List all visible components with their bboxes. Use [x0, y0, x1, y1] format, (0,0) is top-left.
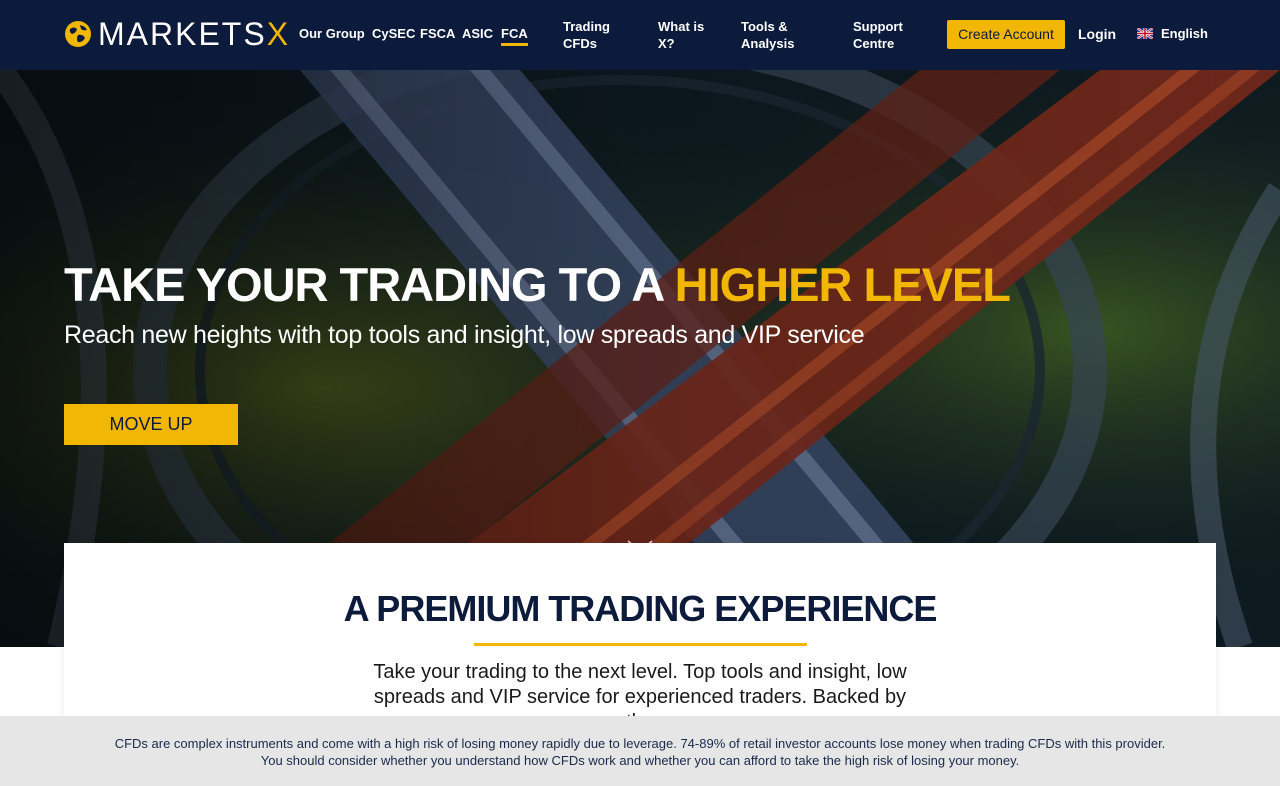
language-label: English	[1161, 26, 1208, 41]
hero-headline: TAKE YOUR TRADING TO A HIGHER LEVEL	[64, 258, 1011, 312]
nav-trading-cfds-line1: Trading	[563, 19, 610, 34]
nav-tools-analysis-line2: Analysis	[741, 36, 795, 51]
risk-warning-text: CFDs are complex instruments and come wi…	[114, 736, 1166, 768]
nav-tools-analysis-line1: Tools &	[741, 19, 788, 34]
language-selector[interactable]: English	[1137, 26, 1208, 41]
nav-support-centre-line1: Support	[853, 19, 903, 34]
site-header: MARKETSX Our Group CySEC FSCA ASIC FCA T…	[0, 0, 1280, 70]
nav-fca[interactable]: FCA	[501, 25, 528, 46]
hero-headline-accent: HIGHER LEVEL	[674, 258, 1011, 311]
nav-our-group[interactable]: Our Group	[299, 25, 365, 42]
login-link[interactable]: Login	[1078, 26, 1116, 42]
globe-icon	[65, 21, 91, 47]
nav-support-centre[interactable]: Support Centre	[853, 18, 903, 52]
nav-fsca[interactable]: FSCA	[420, 25, 455, 42]
logo-wordmark: MARKETSX	[98, 16, 291, 52]
nav-cysec[interactable]: CySEC	[372, 25, 415, 42]
nav-what-is-x-line1: What is	[658, 19, 705, 34]
nav-asic[interactable]: ASIC	[462, 25, 493, 42]
title-underline	[474, 643, 807, 646]
nav-trading-cfds-line2: CFDs	[563, 36, 597, 51]
nav-what-is-x[interactable]: What is X?	[658, 18, 704, 52]
nav-support-centre-line2: Centre	[853, 36, 895, 51]
nav-trading-cfds[interactable]: Trading CFDs	[563, 18, 610, 52]
hero-subtitle: Reach new heights with top tools and ins…	[64, 321, 865, 349]
risk-warning-banner: CFDs are complex instruments and come wi…	[0, 716, 1280, 786]
nav-what-is-x-line2: X?	[658, 36, 675, 51]
section-title: A PREMIUM TRADING EXPERIENCE	[343, 588, 938, 629]
create-account-button[interactable]: Create Account	[947, 20, 1065, 49]
uk-flag-icon	[1137, 28, 1153, 39]
hero-headline-main: TAKE YOUR TRADING TO A	[64, 258, 675, 311]
nav-tools-analysis[interactable]: Tools & Analysis	[741, 18, 794, 52]
marketsx-logo[interactable]: MARKETSX	[64, 18, 290, 50]
move-up-button[interactable]: MOVE UP	[64, 404, 238, 445]
